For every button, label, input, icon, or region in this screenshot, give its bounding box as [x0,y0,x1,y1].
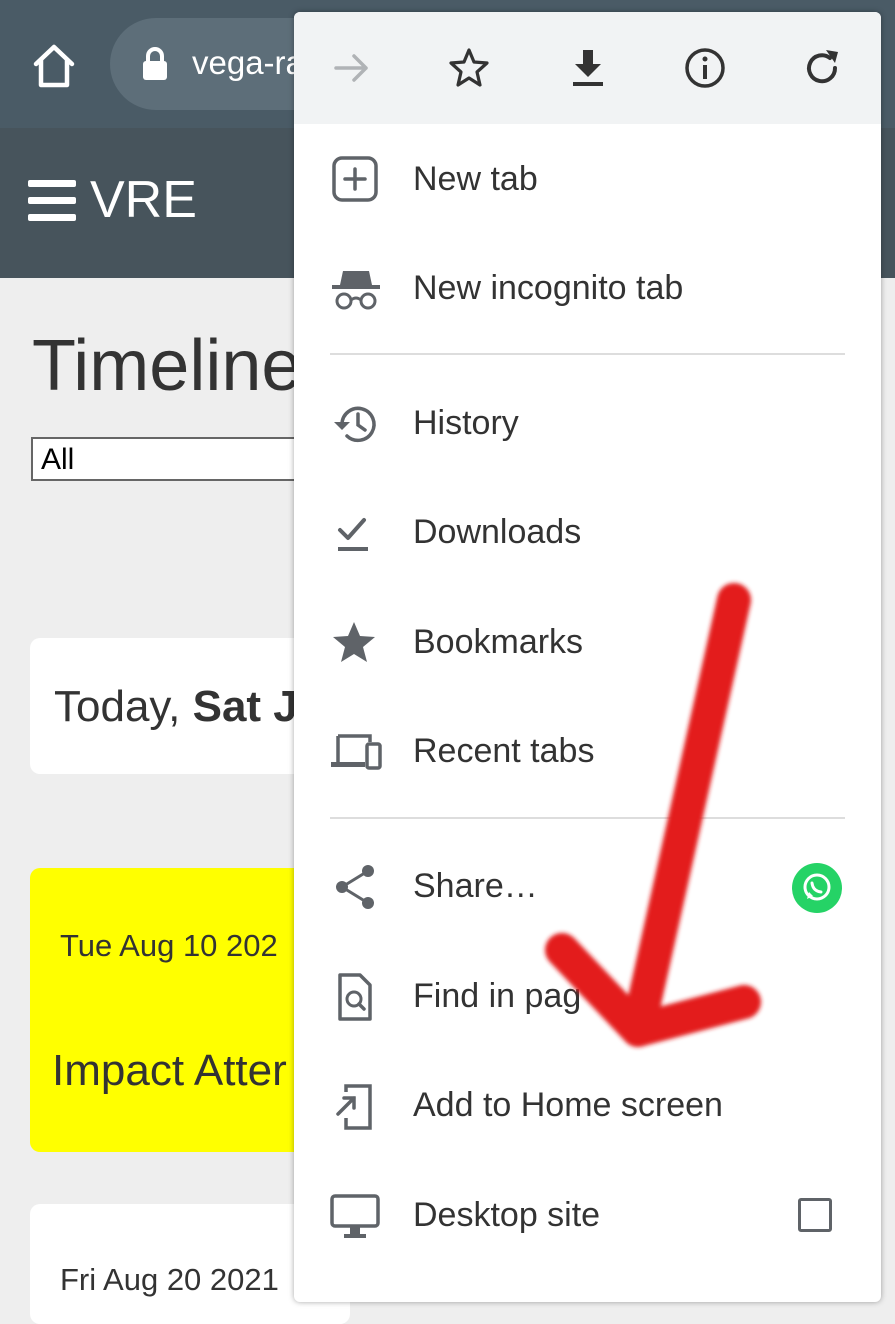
timeline-filter-select[interactable]: All [31,437,331,481]
find-in-page-icon [338,973,372,1021]
menu-item-label: Add to Home screen [413,1086,723,1124]
menu-item-label: Downloads [413,513,582,551]
home-icon[interactable] [28,40,80,92]
incognito-icon [332,271,380,310]
hamburger-icon[interactable] [28,180,76,222]
menu-item-label: New incognito tab [413,269,684,307]
download-icon[interactable] [566,46,610,90]
menu-divider [330,353,845,355]
menu-item-label: Recent tabs [413,732,595,770]
menu-item-downloads[interactable]: Downloads [294,485,881,581]
menu-toolbar [294,12,881,124]
menu-item-label: Find in pag [413,977,582,1015]
menu-item-label: Desktop site [413,1196,601,1234]
history-icon [334,406,376,443]
forward-icon[interactable] [330,46,374,90]
menu-item-add-to-home-screen[interactable]: Add to Home screen [294,1058,881,1154]
page-title: Timeline [32,326,302,406]
event-title: Impact Atter [52,1046,287,1095]
share-icon [336,865,374,909]
reload-icon[interactable] [800,46,844,90]
add-to-home-icon [336,1084,372,1130]
menu-item-recent-tabs[interactable]: Recent tabs [294,704,881,800]
info-icon[interactable] [683,46,727,90]
whatsapp-icon[interactable] [792,863,842,913]
recent-tabs-icon [331,734,382,770]
menu-item-new-tab[interactable]: New tab [294,132,881,228]
menu-item-new-incognito-tab[interactable]: New incognito tab [294,241,881,337]
downloads-icon [338,518,368,551]
menu-item-label: New tab [413,160,538,198]
desktop-icon [330,1194,380,1238]
site-brand[interactable]: VRE [90,170,197,230]
desktop-site-checkbox[interactable] [798,1198,832,1232]
menu-item-label: Share… [413,867,538,905]
menu-item-bookmarks[interactable]: Bookmarks [294,595,881,691]
event-date: Fri Aug 20 2021 [60,1262,279,1297]
browser-overflow-menu: New tab New incognito tab History Downlo… [294,12,881,1302]
bookmark-star-icon[interactable] [447,46,491,90]
menu-item-desktop-site[interactable]: Desktop site [294,1168,881,1264]
menu-item-history[interactable]: History [294,376,881,472]
menu-item-share[interactable]: Share… [294,839,881,935]
event-date: Tue Aug 10 202 [60,928,278,963]
menu-item-label: History [413,404,519,442]
lock-icon [143,47,167,80]
url-text[interactable]: vega-ra [192,44,304,82]
new-tab-icon [332,156,378,202]
today-date-text: Today, Sat J [54,682,298,731]
menu-item-find-in-page[interactable]: Find in pag [294,949,881,1045]
menu-item-label: Bookmarks [413,623,584,661]
bookmarks-icon [333,622,375,662]
menu-divider [330,817,845,819]
